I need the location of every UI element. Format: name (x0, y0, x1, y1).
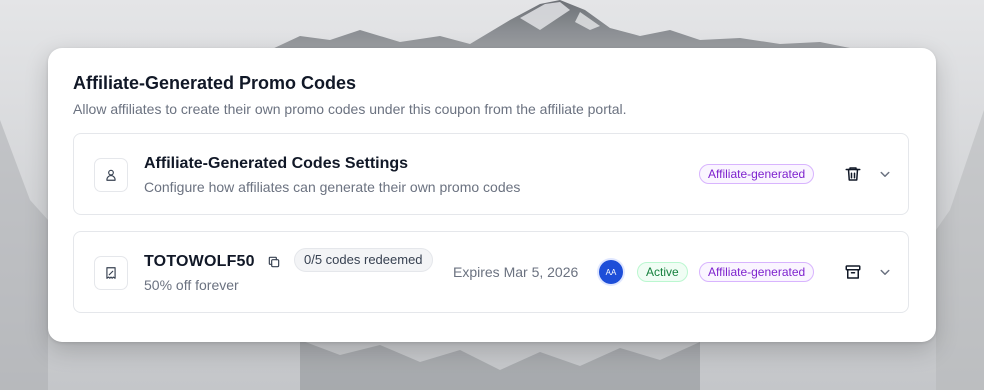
copy-icon[interactable] (267, 255, 281, 269)
trash-icon[interactable] (844, 165, 862, 183)
affiliate-generated-badge: Affiliate-generated (699, 262, 815, 282)
settings-description: Configure how affiliates can generate th… (144, 179, 521, 195)
receipt-icon (94, 256, 128, 290)
user-icon (94, 158, 128, 192)
avatar: AA (599, 260, 623, 284)
chevron-down-icon[interactable] (876, 263, 894, 281)
redemption-count-badge: 0/5 codes redeemed (294, 248, 433, 272)
promo-code-discount: 50% off forever (144, 277, 239, 293)
section-title: Affiliate-Generated Promo Codes (73, 73, 357, 93)
status-badge: Active (637, 262, 688, 282)
expiry-date: Expires Mar 5, 2026 (453, 264, 579, 280)
settings-text: Affiliate-Generated Codes Settings Confi… (144, 154, 520, 196)
chevron-down-icon[interactable] (876, 165, 894, 183)
promo-code-panel[interactable]: TOTOWOLF50 50% off forever 0/5 codes red… (73, 231, 909, 313)
settings-title: Affiliate-Generated Codes Settings (144, 155, 409, 172)
affiliate-promo-codes-card: Affiliate-Generated Promo Codes Allow af… (48, 48, 936, 342)
codes-settings-panel[interactable]: Affiliate-Generated Codes Settings Confi… (73, 133, 909, 215)
promo-code-text: TOTOWOLF50 50% off forever (144, 252, 281, 294)
affiliate-generated-badge: Affiliate-generated (699, 164, 815, 184)
promo-code-name: TOTOWOLF50 (144, 253, 255, 270)
section-subtitle: Allow affiliates to create their own pro… (73, 101, 627, 117)
archive-icon[interactable] (844, 263, 862, 281)
